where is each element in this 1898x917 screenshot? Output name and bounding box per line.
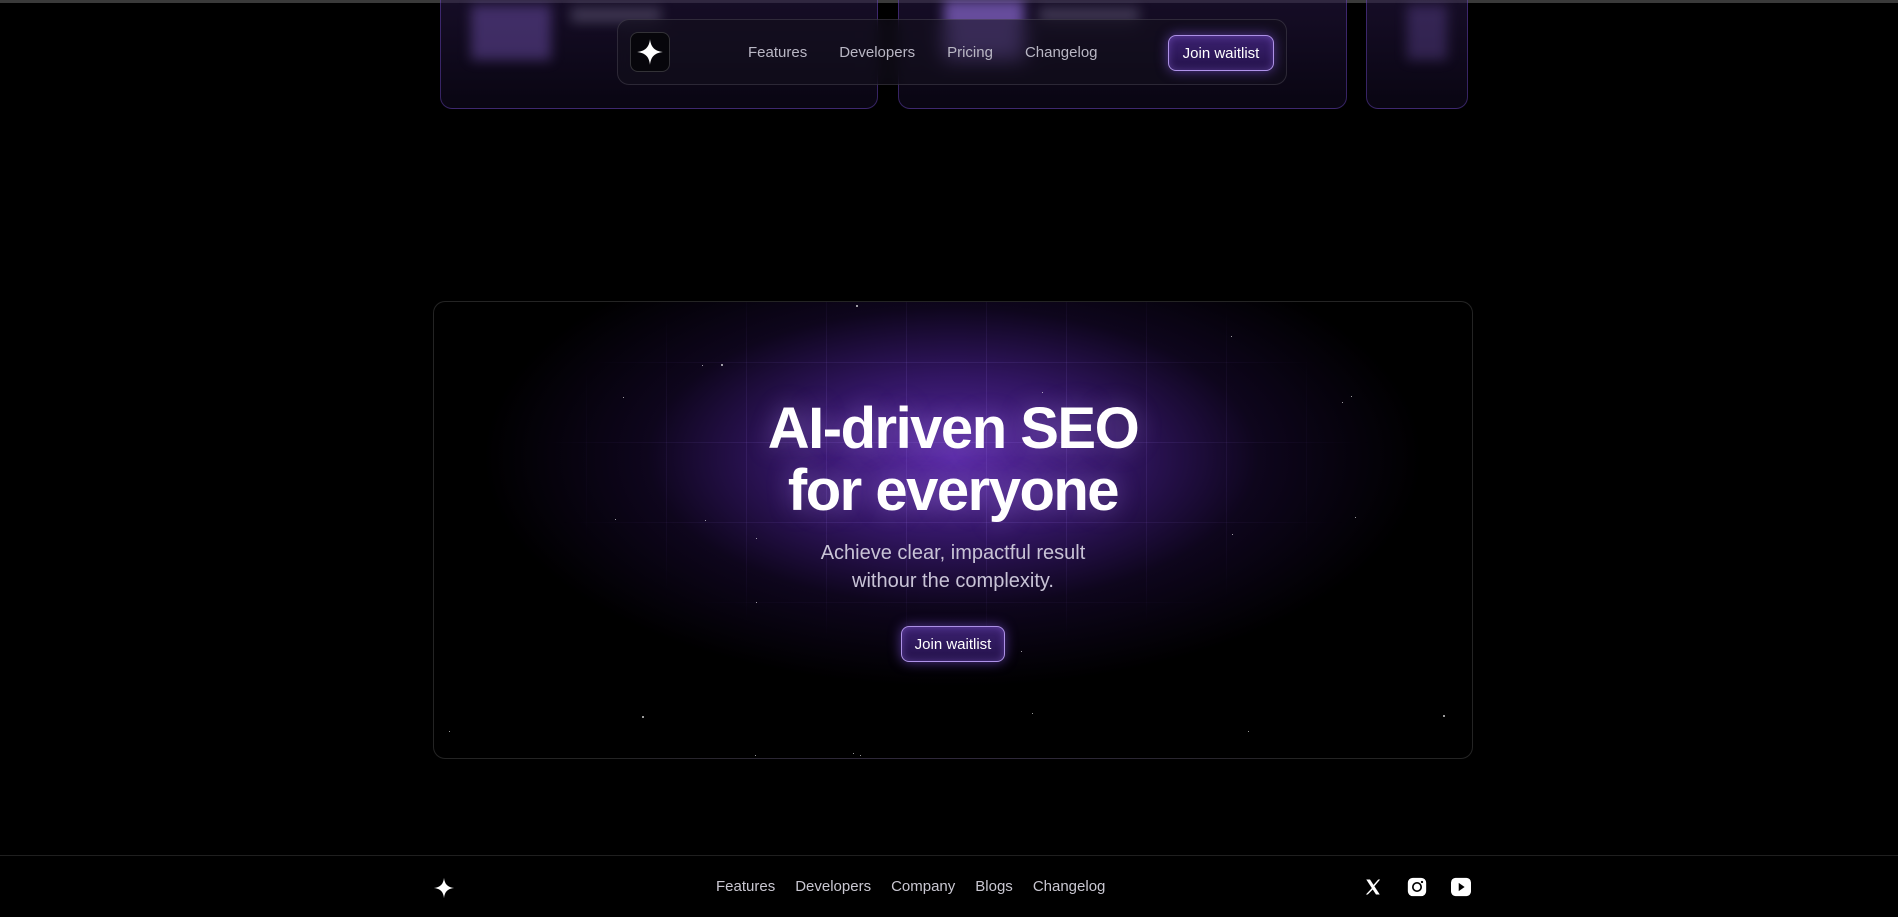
youtube-icon[interactable] <box>1450 876 1472 898</box>
hero-subtitle-line-2: withour the complexity. <box>852 570 1054 592</box>
hero-grid-background <box>434 302 1472 758</box>
join-waitlist-hero-button[interactable]: Join waitlist <box>901 626 1005 662</box>
star <box>1231 336 1232 337</box>
star <box>702 365 703 366</box>
star <box>449 731 450 732</box>
footer-link-blogs[interactable]: Blogs <box>975 878 1013 895</box>
star <box>1351 396 1352 397</box>
hero-title-line-2: for everyone <box>787 458 1120 523</box>
join-waitlist-nav-button[interactable]: Join waitlist <box>1168 35 1274 71</box>
background-card-right <box>1366 0 1468 109</box>
hero-title-line-1: AI-driven SEO <box>767 396 1140 461</box>
star <box>721 364 723 366</box>
footer-logo-sparkle-icon[interactable] <box>433 877 455 899</box>
logo-sparkle-icon[interactable] <box>630 32 670 72</box>
star <box>1042 392 1043 393</box>
nav-link-developers[interactable]: Developers <box>839 44 915 61</box>
footer-links: Features Developers Company Blogs Change… <box>716 856 1125 917</box>
star <box>1443 715 1445 717</box>
star <box>642 716 644 718</box>
instagram-icon[interactable] <box>1406 876 1428 898</box>
star <box>856 305 858 307</box>
nav-link-features[interactable]: Features <box>748 44 807 61</box>
star <box>1021 651 1022 652</box>
top-navigation: Features Developers Pricing Changelog Jo… <box>617 19 1287 85</box>
star <box>853 753 854 754</box>
footer-link-features[interactable]: Features <box>716 878 775 895</box>
star <box>1232 534 1233 535</box>
star <box>755 755 756 756</box>
nav-link-pricing[interactable]: Pricing <box>947 44 993 61</box>
footer-link-developers[interactable]: Developers <box>795 878 871 895</box>
x-icon[interactable] <box>1362 876 1384 898</box>
hero-subtitle-line-1: Achieve clear, impactful result <box>820 542 1086 564</box>
footer: Features Developers Company Blogs Change… <box>0 855 1898 917</box>
footer-link-changelog[interactable]: Changelog <box>1033 878 1106 895</box>
star <box>1032 713 1033 714</box>
hero-section: AI-driven SEO for everyone Achieve clear… <box>433 301 1473 759</box>
footer-link-company[interactable]: Company <box>891 878 955 895</box>
star <box>860 755 861 756</box>
hero-title: AI-driven SEO for everyone <box>434 398 1472 522</box>
star <box>756 602 757 603</box>
nav-link-changelog[interactable]: Changelog <box>1025 44 1098 61</box>
star <box>1248 731 1249 732</box>
nav-links: Features Developers Pricing Changelog <box>748 20 1130 84</box>
hero-subtitle: Achieve clear, impactful result withour … <box>434 539 1472 595</box>
